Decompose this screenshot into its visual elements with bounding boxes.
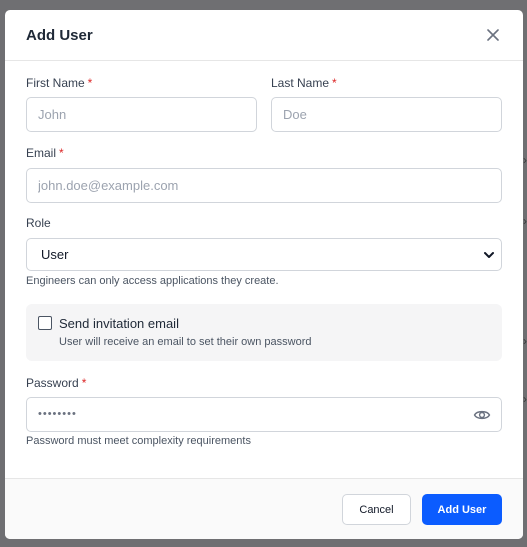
required-marker: *: [87, 76, 93, 90]
role-hint: Engineers can only access applications t…: [26, 275, 279, 287]
chevron-down-icon: [484, 251, 494, 258]
background-chevron-icon: ›: [523, 334, 527, 348]
dialog-footer: Cancel Add User: [5, 478, 523, 539]
send-invitation-label[interactable]: Send invitation email: [59, 316, 179, 331]
role-label: Role: [26, 216, 51, 230]
password-hint: Password must meet complexity requiremen…: [26, 435, 251, 447]
required-marker: *: [81, 376, 87, 390]
role-selected-value: User: [41, 247, 69, 262]
background-chevron-icon: ›: [523, 153, 527, 167]
last-name-label: Last Name *: [271, 76, 337, 90]
eye-icon[interactable]: [473, 407, 491, 423]
add-user-dialog: Add User First Name* Last Name* Email* R…: [5, 10, 523, 539]
last-name-input[interactable]: [271, 97, 502, 132]
first-name-input[interactable]: [26, 97, 257, 132]
role-select[interactable]: User: [26, 238, 502, 271]
password-label: Password *: [26, 376, 87, 390]
email-input[interactable]: [26, 168, 502, 203]
first-name-label: First Name *: [26, 76, 93, 90]
required-marker: *: [59, 146, 64, 160]
background-chevron-icon: ›: [523, 214, 527, 228]
background-chevron-icon: ›: [523, 392, 527, 406]
send-invitation-description: User will receive an email to set their …: [59, 336, 312, 348]
required-marker: *: [332, 76, 337, 90]
send-invitation-checkbox[interactable]: [38, 316, 52, 330]
dialog-title: Add User: [26, 26, 93, 44]
dialog-header: Add User: [5, 10, 523, 61]
cancel-button[interactable]: Cancel: [342, 494, 411, 525]
close-icon: [487, 29, 499, 41]
close-button[interactable]: [484, 26, 502, 44]
dialog-body: First Name* Last Name* Email* Role User …: [5, 61, 523, 478]
password-field[interactable]: ••••••••: [26, 397, 502, 432]
password-value: ••••••••: [38, 408, 77, 420]
add-user-button[interactable]: Add User: [422, 494, 502, 525]
invitation-option: Send invitation email User will receive …: [26, 304, 502, 361]
email-label: Email *: [26, 146, 64, 160]
